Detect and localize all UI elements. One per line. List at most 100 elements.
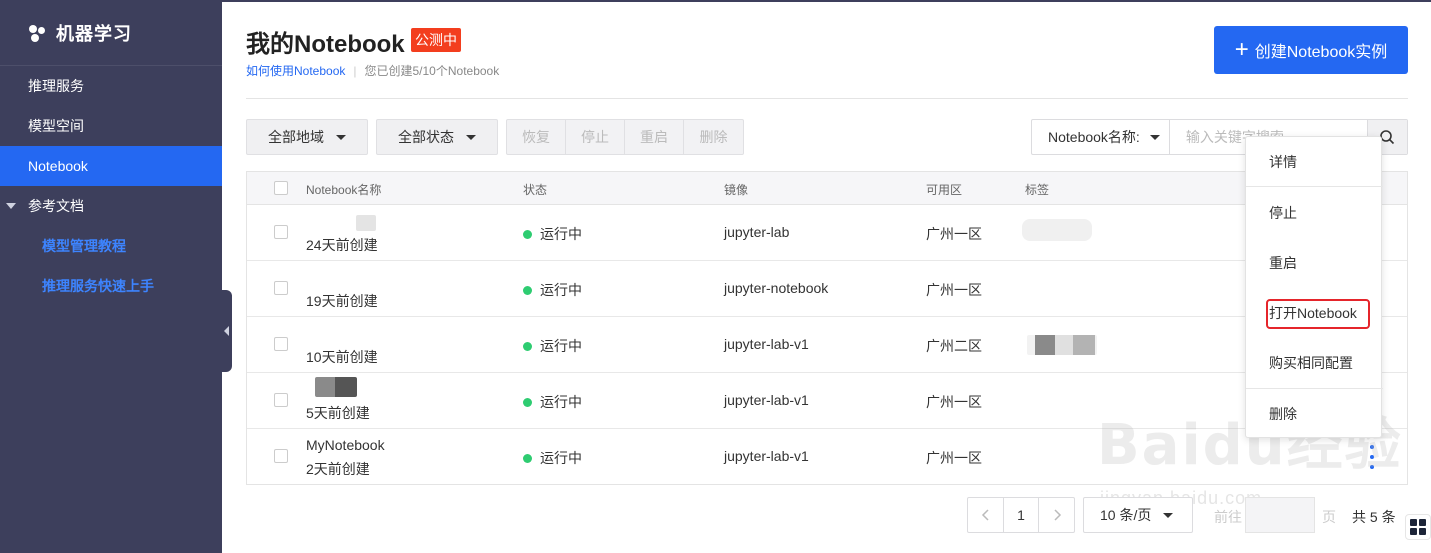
table-row: 24天前创建 运行中 jupyter-lab 广州一区 xyxy=(247,205,1407,261)
status: 运行中 xyxy=(523,392,582,412)
row-action-menu: 详情 停止 重启 打开Notebook 购买相同配置 删除 xyxy=(1245,136,1383,439)
created-time: 5天前创建 xyxy=(306,405,370,421)
column-header-image: 镜像 xyxy=(724,183,749,197)
pagination: 1 xyxy=(967,497,1075,533)
current-page[interactable]: 1 xyxy=(1003,498,1039,532)
delete-button[interactable]: 删除 xyxy=(684,120,743,154)
created-time: 19天前创建 xyxy=(306,293,378,309)
status-text: 运行中 xyxy=(540,450,582,466)
page-title: 我的Notebook xyxy=(246,31,405,58)
brand-title: 机器学习 xyxy=(56,23,132,44)
status-text: 运行中 xyxy=(540,282,582,298)
status-text: 运行中 xyxy=(540,338,582,354)
menu-item-delete[interactable]: 删除 xyxy=(1246,389,1383,439)
goto-page-input[interactable] xyxy=(1245,497,1315,533)
image-name: jupyter-notebook xyxy=(724,280,829,296)
sidebar-link-model-tutorial[interactable]: 模型管理教程 xyxy=(0,226,222,266)
zone-name: 广州一区 xyxy=(926,450,982,466)
sidebar-item-inference[interactable]: 推理服务 xyxy=(0,66,222,106)
caret-down-icon xyxy=(336,134,346,140)
chevron-right-icon xyxy=(1053,509,1061,521)
zone-name: 广州二区 xyxy=(926,338,982,354)
status-filter-dropdown[interactable]: 全部状态 xyxy=(376,119,498,155)
sidebar-group-docs[interactable]: 参考文档 xyxy=(0,186,222,226)
row-checkbox[interactable] xyxy=(274,225,288,239)
zone-name: 广州一区 xyxy=(926,394,982,410)
column-header-zone: 可用区 xyxy=(926,183,963,197)
header-divider xyxy=(246,98,1408,99)
redacted-name xyxy=(315,377,357,397)
status: 运行中 xyxy=(523,336,582,356)
bulk-action-group: 恢复 停止 重启 删除 xyxy=(506,119,744,155)
plus-icon: + xyxy=(1234,36,1249,63)
help-link[interactable]: 如何使用Notebook xyxy=(246,62,345,79)
status: 运行中 xyxy=(523,280,582,300)
region-filter-label: 全部地域 xyxy=(268,129,324,145)
highlight-box xyxy=(1266,299,1370,329)
sidebar-item-notebook[interactable]: Notebook xyxy=(0,146,222,186)
header-sub-links: 如何使用Notebook | 您已创建5/10个Notebook xyxy=(246,62,499,79)
created-time: 2天前创建 xyxy=(306,461,370,477)
search-field-label: Notebook名称: xyxy=(1048,129,1140,145)
zone-name: 广州一区 xyxy=(926,226,982,242)
redacted-tag xyxy=(1022,219,1092,241)
sidebar-link-inference-quickstart[interactable]: 推理服务快速上手 xyxy=(0,266,222,306)
prev-page-button[interactable] xyxy=(968,498,1003,532)
select-all-checkbox[interactable] xyxy=(274,181,288,195)
menu-item-details[interactable]: 详情 xyxy=(1246,137,1383,187)
image-name: jupyter-lab-v1 xyxy=(724,392,809,408)
create-notebook-label: 创建Notebook实例 xyxy=(1254,44,1388,61)
beta-badge: 公测中 xyxy=(411,28,461,52)
image-name: jupyter-lab xyxy=(724,224,790,240)
status-dot-icon xyxy=(523,229,532,239)
goto-unit: 页 xyxy=(1322,509,1336,525)
status-text: 运行中 xyxy=(540,394,582,410)
total-count: 共 5 条 xyxy=(1352,509,1396,525)
row-checkbox[interactable] xyxy=(274,393,288,407)
sidebar: 机器学习 推理服务 模型空间 Notebook 参考文档 模型管理教程 推理服务… xyxy=(0,0,222,553)
top-strip xyxy=(222,0,1431,2)
create-notebook-button[interactable]: + 创建Notebook实例 xyxy=(1214,26,1408,74)
resume-button[interactable]: 恢复 xyxy=(507,120,566,154)
notebook-name[interactable]: MyNotebook xyxy=(306,437,385,453)
menu-item-restart[interactable]: 重启 xyxy=(1246,238,1383,288)
table-row: 10天前创建 运行中 jupyter-lab-v1 广州二区 xyxy=(247,317,1407,373)
created-time: 24天前创建 xyxy=(306,237,378,253)
menu-item-stop[interactable]: 停止 xyxy=(1246,188,1383,238)
image-name: jupyter-lab-v1 xyxy=(724,448,809,464)
zone-name: 广州一区 xyxy=(926,282,982,298)
quota-info: 您已创建5/10个Notebook xyxy=(364,64,500,78)
status-filter-label: 全部状态 xyxy=(398,129,454,145)
redacted-name xyxy=(356,215,376,231)
column-header-tags: 标签 xyxy=(1025,183,1050,197)
sidebar-collapse-handle[interactable] xyxy=(222,290,232,372)
caret-down-icon xyxy=(1163,512,1174,518)
stop-button[interactable]: 停止 xyxy=(566,120,625,154)
status-dot-icon xyxy=(523,285,532,295)
goto-label: 前往 xyxy=(1214,509,1242,525)
column-header-status: 状态 xyxy=(523,183,548,197)
status: 运行中 xyxy=(523,448,582,468)
created-time: 10天前创建 xyxy=(306,349,378,365)
row-checkbox[interactable] xyxy=(274,449,288,463)
status-dot-icon xyxy=(523,453,532,463)
sidebar-item-model-space[interactable]: 模型空间 xyxy=(0,106,222,146)
menu-item-buy-same-config[interactable]: 购买相同配置 xyxy=(1246,338,1383,388)
caret-down-icon xyxy=(466,134,476,140)
table-header: Notebook名称 状态 镜像 可用区 标签 xyxy=(247,172,1407,205)
caret-down-icon xyxy=(1149,134,1160,140)
page-size-select[interactable]: 10 条/页 xyxy=(1083,497,1193,533)
redacted-tag xyxy=(1027,335,1097,355)
chevron-down-icon xyxy=(6,203,16,209)
status: 运行中 xyxy=(523,224,582,244)
restart-button[interactable]: 重启 xyxy=(625,120,684,154)
next-page-button[interactable] xyxy=(1039,498,1074,532)
menu-divider xyxy=(1246,186,1383,187)
logo-icon xyxy=(28,23,48,43)
row-checkbox[interactable] xyxy=(274,337,288,351)
row-checkbox[interactable] xyxy=(274,281,288,295)
search-field-select[interactable]: Notebook名称: xyxy=(1032,120,1170,154)
chevron-left-icon xyxy=(981,509,989,521)
region-filter-dropdown[interactable]: 全部地域 xyxy=(246,119,368,155)
app-grid-icon[interactable] xyxy=(1405,514,1431,540)
